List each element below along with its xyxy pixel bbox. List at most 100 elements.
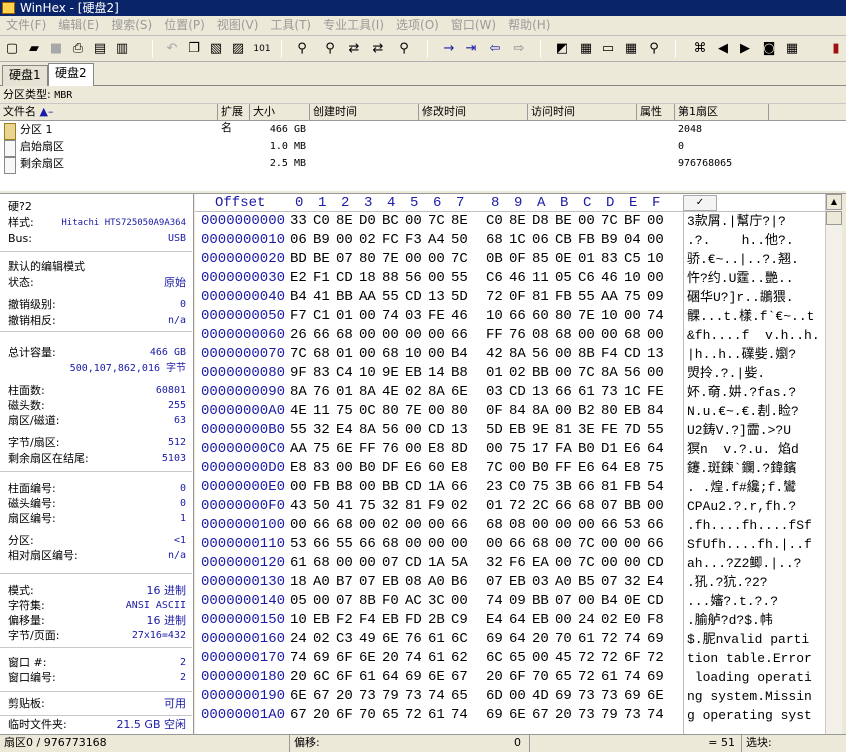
new-file-icon[interactable]: ▢ — [3, 40, 21, 58]
open-disk-editor-icon[interactable]: ◩ — [553, 40, 571, 58]
hex-editor[interactable]: Offset 0123456789ABCDEF ✓ 0000000000 0000… — [195, 194, 825, 734]
scroll-up-arrow-icon[interactable]: ▲ — [826, 194, 842, 210]
copy-icon[interactable]: ❐ — [185, 40, 203, 58]
file-row[interactable]: 分区 1 466 GB 2048 — [0, 121, 846, 140]
text-row[interactable]: 鑳.斑鍊`鑭.?鍏鑌 — [687, 459, 796, 478]
col-first-sector[interactable]: 第1扇区 — [675, 104, 769, 121]
menu-search[interactable]: 搜索(S) — [105, 16, 158, 36]
file-row[interactable]: 启始扇区 1.0 MB 0 — [0, 138, 846, 157]
text-row[interactable]: ah...?Z2鲫.|..? — [687, 554, 801, 573]
menu-view[interactable]: 视图(V) — [211, 16, 265, 36]
previous-icon[interactable]: ◀ — [714, 40, 732, 58]
lookup-icon[interactable]: ⌘ — [691, 40, 709, 58]
binary-icon[interactable]: 101 — [253, 40, 271, 58]
paste-special-icon[interactable]: ▨ — [229, 40, 247, 58]
col-modified[interactable]: 修改时间 — [419, 104, 528, 121]
goto-sector-icon[interactable]: ⇥ — [462, 40, 480, 58]
tab-disk1[interactable]: 硬盘1 — [2, 65, 48, 86]
offset-cell: 0000000180 — [201, 669, 286, 685]
offset-cell: 00000000C0 — [201, 441, 286, 457]
text-row[interactable]: U2鋳V.?]霝.>?U — [687, 421, 791, 440]
table-icon[interactable]: ▦ — [783, 40, 801, 58]
search-icon[interactable]: ⚲ — [645, 40, 663, 58]
paste-icon[interactable]: ▧ — [207, 40, 225, 58]
back-icon[interactable]: ⇦ — [486, 40, 504, 58]
hex-column-header: 0 — [295, 195, 304, 211]
find-again-icon[interactable]: ⚲ — [395, 40, 413, 58]
text-row[interactable]: 忤?约.U霆..艷.. — [687, 269, 794, 288]
text-row[interactable]: 碅华U?]r..鶘猥. — [687, 288, 794, 307]
menu-edit[interactable]: 编辑(E) — [52, 16, 105, 36]
text-row[interactable]: .犼.?犺.?2? — [687, 573, 768, 592]
text-row[interactable]: .腧舻?d?$.帏 — [687, 611, 773, 630]
text-row[interactable]: $.胒nvalid parti — [687, 630, 809, 649]
open-disk-icon[interactable]: ▥ — [113, 40, 131, 58]
snapshot-icon[interactable]: ◙ — [760, 40, 778, 58]
disk-clone-icon[interactable]: ▦ — [577, 40, 595, 58]
display-mode-group: 模式: 16 进制 字符集: ANSI ASCII 偏移量: 16 进制 字节/页面:… — [0, 576, 192, 648]
menu-specialist-tools[interactable]: 专业工具(I) — [317, 16, 390, 36]
col-size[interactable]: 大小 — [250, 104, 310, 121]
offset-cell: 00000001A0 — [201, 707, 286, 723]
goto-offset-icon[interactable]: → — [440, 40, 458, 58]
menu-position[interactable]: 位置(P) — [158, 16, 211, 36]
col-extension[interactable]: 扩展名 — [218, 104, 250, 134]
text-row[interactable]: 骄.€~..|..?.翘. — [687, 250, 799, 269]
text-row[interactable]: CPAu2.?.r,fh.? — [687, 497, 796, 516]
col-attributes[interactable]: 属性 — [637, 104, 675, 121]
toolbar: ▢ ▰ ■ ⎙ ▤ ▥ ↶ ❐ ▧ ▨ 101 ⚲ ⚲ ⇄ ⇄ ⚲ → ⇥ ⇦ … — [0, 36, 846, 62]
col-created[interactable]: 创建时间 — [310, 104, 419, 121]
text-row[interactable]: 3款屑.|幫庁?|? — [687, 212, 786, 231]
book-icon[interactable]: ▮ — [827, 40, 845, 58]
text-row[interactable]: loading operati — [687, 668, 812, 687]
properties-icon[interactable]: ▤ — [91, 40, 109, 58]
menu-tools[interactable]: 工具(T) — [264, 16, 317, 36]
disk-info-group: 硬?2 样式: Hitachi HTS725050A9A364 Bus: USB — [0, 196, 192, 252]
save-icon[interactable]: ■ — [47, 40, 65, 58]
menu-help[interactable]: 帮助(H) — [502, 16, 556, 36]
text-row[interactable]: 髁...t.樣.f`€~..t — [687, 307, 814, 326]
text-column-toggle-icon[interactable]: ✓ — [683, 195, 717, 211]
hex-bytes-column[interactable]: 33 C0 8E D0 BC 00 7C 8E C0 8E D8 BE 00 7C BF 00 06 B9 00 02… — [287, 212, 677, 734]
text-row[interactable]: 焽拎.?.|姕. — [687, 364, 765, 383]
text-column[interactable]: 3款屑.|幫庁?|?.?. h..他?. 骄.€~..|..?.翘. 忤?约.U霆.… — [683, 212, 825, 734]
text-row[interactable]: ...嬸?.t.?.? — [687, 592, 778, 611]
text-row[interactable]: 猽n v.?.u. 焰d — [687, 440, 799, 459]
open-folder-icon[interactable]: ▰ — [25, 40, 43, 58]
text-row[interactable]: ng system.Missin — [687, 687, 812, 706]
text-row[interactable]: SfUfh....fh.|..f — [687, 535, 812, 554]
offset-cell: 0000000090 — [201, 384, 286, 400]
winhex-app-icon[interactable] — [2, 2, 15, 14]
offset-cell: 00000000B0 — [201, 422, 286, 438]
text-row[interactable]: tion table.Error — [687, 649, 812, 668]
text-row[interactable]: g operating syst — [687, 706, 812, 725]
tab-disk2[interactable]: 硬盘2 — [48, 63, 94, 86]
text-row[interactable]: . .煌.f#纔;f.鸞 — [687, 478, 796, 497]
text-row[interactable]: |h..h..礏姕.嬼? — [687, 345, 796, 364]
disk-icon[interactable]: ▭ — [599, 40, 617, 58]
text-row[interactable]: .?. h..他?. — [687, 231, 794, 250]
file-row[interactable]: 剩余扇区 2.5 MB 976768065 — [0, 155, 846, 174]
undo-icon[interactable]: ↶ — [163, 40, 181, 58]
edit-mode-group: 默认的编辑模式 状态: 原始 撤销级别: 0 撤销相反: n/a — [0, 254, 192, 332]
print-icon[interactable]: ⎙ — [69, 40, 87, 58]
menu-window[interactable]: 窗口(W) — [445, 16, 502, 36]
menu-file[interactable]: 文件(F) — [0, 16, 52, 36]
replace-text-icon[interactable]: ⇄ — [345, 40, 363, 58]
text-row[interactable]: .fh....fh....fSf — [687, 516, 812, 535]
col-filename[interactable]: 文件名 ▲– — [0, 104, 218, 121]
forward-icon[interactable]: ⇨ — [510, 40, 528, 58]
replace-hex-icon[interactable]: ⇄ — [369, 40, 387, 58]
calculator-icon[interactable]: ▦ — [622, 40, 640, 58]
text-row[interactable]: 妚.奛.妌.?fas.? — [687, 383, 796, 402]
next-icon[interactable]: ▶ — [736, 40, 754, 58]
text-row[interactable]: N.u.€~.€.剨.睑? — [687, 402, 799, 421]
find-hex-icon[interactable]: ⚲ — [321, 40, 339, 58]
partition-type-label: 分区类型: — [3, 88, 51, 101]
scroll-thumb[interactable] — [826, 211, 842, 225]
vertical-scrollbar[interactable]: ▲ — [825, 194, 842, 734]
text-row[interactable]: &fh....f v.h..h. — [687, 326, 820, 345]
col-accessed[interactable]: 访问时间 — [528, 104, 637, 121]
menu-options[interactable]: 选项(O) — [390, 16, 445, 36]
find-text-icon[interactable]: ⚲ — [293, 40, 311, 58]
